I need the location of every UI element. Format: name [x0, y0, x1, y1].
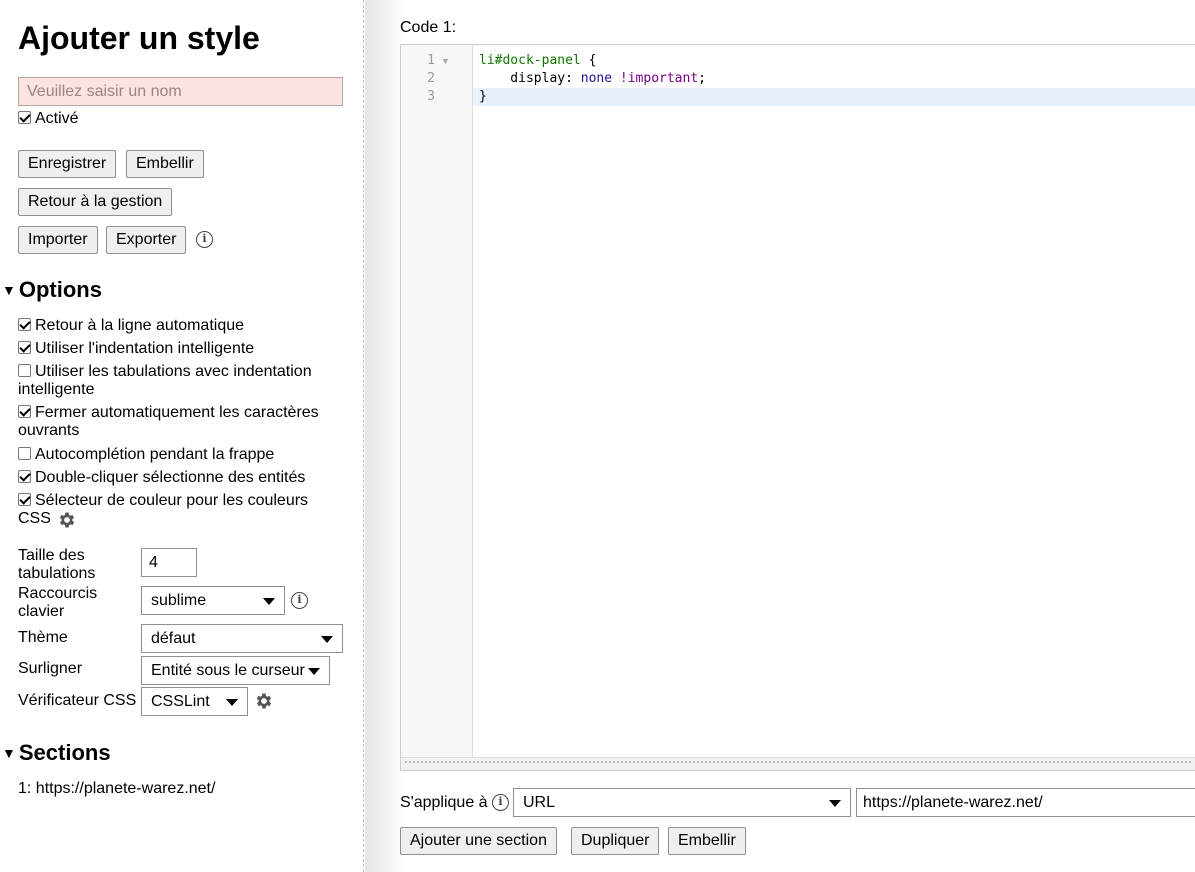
code-editor[interactable]: 1 ▼ 2 3 li#dock-panel { display: none !i… — [400, 44, 1195, 771]
save-button[interactable]: Enregistrer — [18, 150, 117, 178]
highlight-label: Surligner — [18, 660, 83, 677]
gear-icon[interactable] — [57, 510, 77, 530]
gear-icon[interactable] — [254, 691, 274, 711]
back-to-manage-button[interactable]: Retour à la gestion — [18, 188, 173, 216]
option-checkbox[interactable] — [18, 318, 31, 331]
enabled-label: Activé — [35, 110, 79, 127]
code-line: display: none !important; — [479, 71, 706, 86]
option-smart-indent[interactable]: Utiliser l'indentation intelligente — [18, 340, 338, 358]
line-number: 1 — [427, 53, 435, 68]
tab-size-input[interactable]: 4 — [141, 548, 197, 577]
info-icon[interactable]: i — [291, 592, 308, 609]
option-checkbox[interactable] — [18, 493, 31, 506]
info-icon[interactable]: i — [196, 231, 213, 248]
keymap-label: Raccourcis clavier — [18, 585, 98, 620]
options-heading[interactable]: ▼ Options — [2, 277, 102, 303]
option-checkbox[interactable] — [18, 447, 31, 460]
linter-label: Vérificateur CSS — [18, 692, 137, 709]
collapse-triangle-icon: ▼ — [2, 282, 16, 298]
code-line: } — [479, 89, 487, 104]
chevron-down-icon — [308, 668, 320, 675]
applies-type-select[interactable]: URL — [513, 788, 851, 817]
option-checkbox[interactable] — [18, 405, 31, 418]
export-button[interactable]: Exporter — [106, 226, 187, 254]
beautify-section-button[interactable]: Embellir — [668, 827, 746, 855]
collapse-triangle-icon: ▼ — [2, 745, 16, 761]
import-button[interactable]: Importer — [18, 226, 98, 254]
editor-resize-handle[interactable] — [401, 757, 1195, 770]
enabled-toggle[interactable]: Activé — [18, 110, 79, 128]
option-checkbox[interactable] — [18, 470, 31, 483]
applies-value-input[interactable]: https://planete-warez.net/ — [856, 788, 1195, 817]
linter-select[interactable]: CSSLint — [141, 687, 248, 716]
add-section-button[interactable]: Ajouter une section — [400, 827, 557, 855]
option-indent-with-tabs[interactable]: Utiliser les tabulations avec indentatio… — [18, 363, 338, 399]
style-name-input[interactable] — [18, 77, 343, 106]
keymap-select[interactable]: sublime — [141, 586, 285, 615]
code-line: li#dock-panel { — [479, 53, 597, 68]
fold-arrow-icon[interactable]: ▼ — [441, 52, 450, 70]
option-checkbox[interactable] — [18, 364, 31, 377]
sidebar: Ajouter un style Activé Enregistrer Embe… — [0, 0, 364, 872]
option-auto-close-brackets[interactable]: Fermer automatiquement les caractères ou… — [18, 404, 338, 440]
active-line-highlight — [473, 88, 1195, 106]
panel-shadow — [365, 0, 405, 872]
code-section-label: Code 1: — [400, 19, 457, 36]
option-double-click-select[interactable]: Double-cliquer sélectionne des entités — [18, 469, 338, 487]
section-link[interactable]: 1: https://planete-warez.net/ — [18, 780, 215, 798]
option-autocomplete[interactable]: Autocomplétion pendant la frappe — [18, 446, 338, 464]
chevron-down-icon — [263, 598, 275, 605]
enabled-checkbox[interactable] — [18, 111, 31, 124]
line-number: 3 — [427, 89, 435, 104]
tab-size-label: Taille des tabulations — [18, 547, 96, 582]
info-icon[interactable]: i — [492, 794, 509, 811]
line-number: 2 — [427, 71, 435, 86]
sections-heading[interactable]: ▼ Sections — [2, 740, 111, 766]
page-title: Ajouter un style — [18, 20, 260, 56]
theme-label: Thème — [18, 629, 68, 646]
chevron-down-icon — [829, 800, 841, 807]
applies-to-label: S'applique à — [400, 794, 488, 811]
theme-select[interactable]: défaut — [141, 624, 343, 653]
duplicate-button[interactable]: Dupliquer — [571, 827, 660, 855]
highlight-select[interactable]: Entité sous le curseur — [141, 656, 330, 685]
line-gutter — [401, 45, 473, 759]
chevron-down-icon — [226, 699, 238, 706]
chevron-down-icon — [321, 636, 333, 643]
beautify-button[interactable]: Embellir — [126, 150, 204, 178]
option-word-wrap[interactable]: Retour à la ligne automatique — [18, 317, 338, 335]
option-checkbox[interactable] — [18, 341, 31, 354]
